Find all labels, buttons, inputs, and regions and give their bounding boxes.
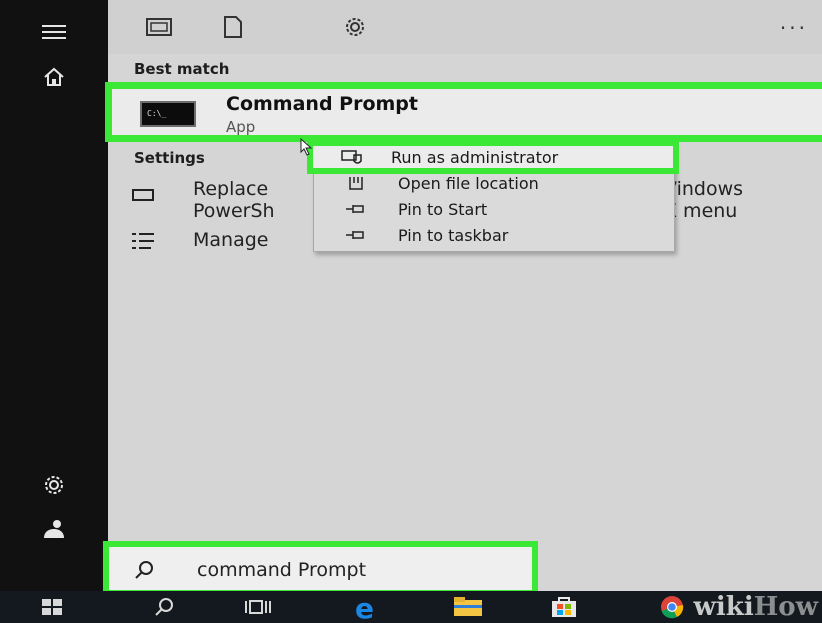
result-subtitle: App [226,118,256,136]
settings-icon[interactable] [340,14,370,40]
wikihow-watermark: wikiHow [693,592,818,622]
user-icon[interactable] [0,516,108,542]
menu-item-label: Pin to taskbar [398,225,509,245]
settings-item-label-right: Vindows X menu [664,178,744,222]
best-match-heading: Best match [134,60,230,78]
mouse-cursor-icon [300,137,314,160]
menu-icon[interactable] [0,20,108,44]
task-view-icon[interactable] [236,591,280,623]
settings-item-label: Manage [193,229,269,251]
terminal-icon [132,184,154,206]
pin-icon [314,203,398,215]
store-icon[interactable] [542,591,586,623]
menu-item-run-as-admin-highlighted[interactable]: Run as administrator [313,145,673,169]
pin-icon [314,229,398,241]
home-icon[interactable] [0,64,108,90]
start-rail [0,0,108,591]
admin-icon [313,149,391,165]
settings-icon[interactable] [0,472,108,498]
settings-item-label: Replace PowerSh [193,178,275,222]
highlight-run-as-admin[interactable]: Run as administrator [307,140,679,174]
more-options-button[interactable]: ... [780,10,808,34]
best-match-result[interactable]: C:\_ Command Prompt App [105,82,822,142]
result-title: Command Prompt [226,93,418,115]
svg-text:e: e [355,594,374,620]
settings-heading: Settings [134,149,205,167]
chrome-icon[interactable] [650,591,694,623]
menu-item-label: Pin to Start [398,199,488,219]
folder-icon [314,175,398,191]
file-explorer-icon[interactable] [446,591,490,623]
menu-item-label: Run as administrator [391,147,559,167]
windows-icon[interactable] [30,591,74,623]
menu-item-pin-to-taskbar[interactable]: Pin to taskbar [314,222,674,248]
filter-bar: ... [108,0,822,54]
list-icon [132,232,154,255]
menu-item-label: Open file location [398,173,539,193]
search-box[interactable] [103,541,538,596]
search-input[interactable] [197,559,497,581]
edge-icon[interactable]: e [344,591,388,623]
apps-icon[interactable] [144,14,174,40]
menu-item-pin-to-start[interactable]: Pin to Start [314,196,674,222]
document-icon[interactable] [218,14,248,40]
search-icon[interactable] [142,591,186,623]
search-icon [133,559,155,585]
command-prompt-icon: C:\_ [140,101,196,127]
